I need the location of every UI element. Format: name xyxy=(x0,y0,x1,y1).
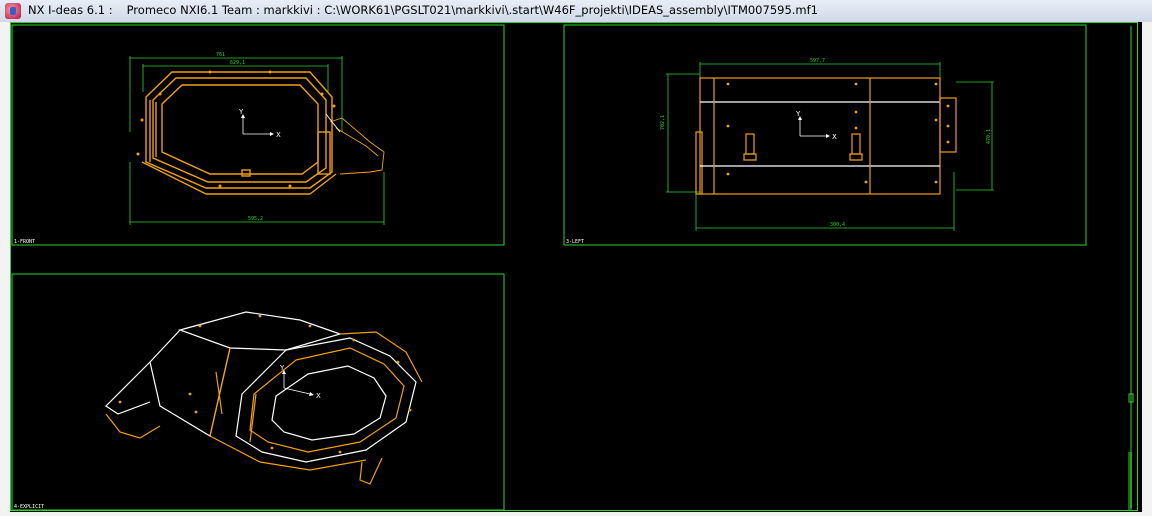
explicit-axis-y: Y xyxy=(279,364,285,372)
left-dim-right: 470,1 xyxy=(986,129,992,144)
left-dim-top: 597,7 xyxy=(810,58,825,64)
window-title: NX I-deas 6.1 : Promeco NXI6.1 Team : mar… xyxy=(28,3,818,17)
window-frame-right xyxy=(1142,22,1152,516)
front-view[interactable]: 1-FRONT 761 629,1 595,2 Y X xyxy=(11,24,505,246)
model-path: Promeco NXI6.1 Team : markkivi : C:\WORK… xyxy=(126,3,818,17)
front-dim-bottom: 595,2 xyxy=(248,216,263,222)
front-view-label: 1-FRONT xyxy=(14,239,35,245)
explicit-geometry xyxy=(105,311,423,485)
explicit-view-border xyxy=(11,273,505,511)
drawing-sheet[interactable]: 1-FRONT 761 629,1 595,2 Y X 3-LEFT 597,7… xyxy=(10,22,1142,512)
left-dim-bottom: 300,4 xyxy=(830,222,845,228)
front-flange xyxy=(325,113,385,175)
left-axis-triad: Y X xyxy=(795,110,837,141)
explicit-bolts xyxy=(118,314,412,454)
left-dimensions xyxy=(666,62,994,231)
sheet-border xyxy=(10,22,1138,511)
front-geometry xyxy=(141,71,337,195)
front-dimensions xyxy=(129,56,385,225)
front-axis-triad: Y X xyxy=(238,108,281,139)
explicit-view[interactable]: 4-EXPLICIT Y X xyxy=(11,273,505,511)
front-dim-top-outer: 761 xyxy=(216,52,225,58)
window-frame-left xyxy=(0,22,10,516)
front-axis-x: X xyxy=(276,131,281,139)
left-bolts xyxy=(726,82,950,184)
left-view[interactable]: 3-LEFT 597,7 702,1 470,1 300,4 Y X xyxy=(563,24,1087,246)
app-name: NX I-deas 6.1 : xyxy=(28,3,113,17)
explicit-axis-x: X xyxy=(316,392,321,400)
window-frame-bottom xyxy=(0,512,1152,516)
explicit-view-label: 4-EXPLICIT xyxy=(14,504,44,510)
left-axis-y: Y xyxy=(795,110,801,118)
sheet-scrollbar[interactable] xyxy=(1128,452,1132,510)
front-axis-y: Y xyxy=(238,108,244,116)
app-icon[interactable] xyxy=(5,3,21,19)
front-dim-top-inner: 629,1 xyxy=(230,60,245,66)
window-titlebar[interactable]: NX I-deas 6.1 : Promeco NXI6.1 Team : mar… xyxy=(0,0,1152,23)
left-view-label: 3-LEFT xyxy=(566,239,584,245)
left-dim-left: 702,1 xyxy=(660,115,666,130)
left-axis-x: X xyxy=(832,133,837,141)
